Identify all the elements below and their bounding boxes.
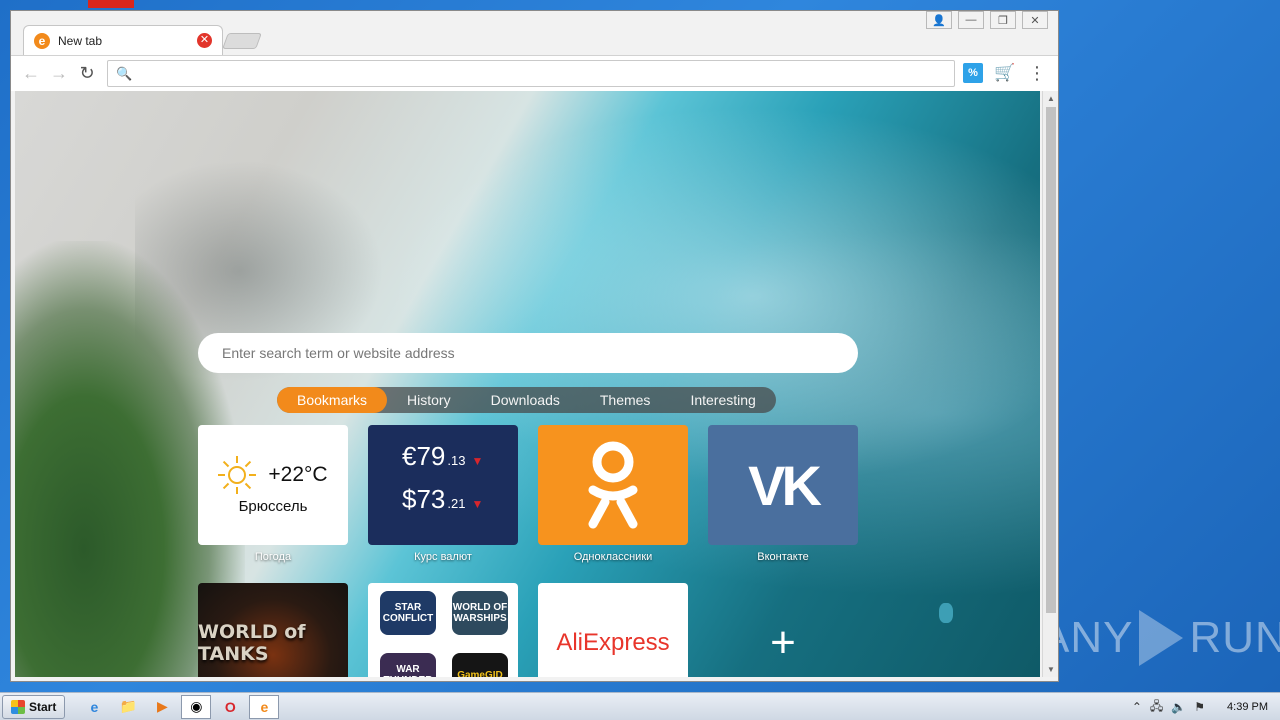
vkontakte-tile[interactable]: vk	[708, 425, 858, 545]
browser-logo-icon: e	[34, 32, 50, 49]
add-bookmark-button[interactable]: +	[708, 583, 858, 677]
start-button[interactable]: Start	[2, 694, 66, 719]
taskbar: Start e 📁 ▶ ◉ O e ⌃ 🖧 🔈 ⚑ 4:39 PM	[0, 692, 1280, 720]
sun-icon	[218, 455, 257, 494]
background-surfer	[939, 603, 953, 623]
weather-city: Брюссель	[238, 497, 308, 515]
tray-expand-icon[interactable]: ⌃	[1132, 700, 1142, 714]
weather-tile[interactable]: +22°C Брюссель	[198, 425, 348, 545]
window-controls: 👤 — ❐ ✕	[920, 11, 1048, 29]
title-bar: e New tab ✕ 👤 — ❐ ✕	[11, 11, 1058, 55]
tab-new-tab[interactable]: e New tab ✕	[23, 25, 223, 55]
usd-rate-fraction: .21	[447, 496, 466, 511]
odnoklassniki-caption: Одноклассники	[573, 551, 653, 563]
address-bar[interactable]: 🔍	[107, 60, 955, 87]
down-arrow-icon: ▼	[471, 497, 484, 511]
tab-downloads[interactable]: Downloads	[471, 387, 580, 413]
close-window-button[interactable]: ✕	[1022, 11, 1048, 29]
action-center-flag-icon[interactable]: ⚑	[1194, 700, 1205, 714]
newtab-search-input[interactable]	[222, 345, 858, 361]
chrome-icon[interactable]: ◉	[181, 694, 212, 719]
discount-extension-icon[interactable]: %	[963, 63, 983, 83]
tab-history[interactable]: History	[387, 387, 471, 413]
browser-window: e New tab ✕ 👤 — ❐ ✕ ← → ↻ 🔍 % 🛒 ⋮ B	[10, 10, 1059, 682]
search-icon: 🔍	[116, 65, 133, 81]
game-world-of-warships[interactable]: WORLD OF WARSHIPS	[452, 591, 508, 635]
new-tab-page: Bookmarks History Downloads Themes Inter…	[15, 91, 1040, 677]
weather-caption: Погода	[254, 551, 292, 563]
game-war-thunder[interactable]: WAR THUNDER	[380, 653, 436, 677]
down-arrow-icon: ▼	[471, 454, 484, 468]
currency-caption: Курс валют	[414, 551, 472, 563]
network-icon[interactable]: 🖧	[1150, 697, 1163, 718]
user-icon[interactable]: 👤	[926, 11, 952, 29]
system-tray: ⌃ 🖧 🔈 ⚑ 4:39 PM	[1120, 693, 1280, 720]
game-gamegid[interactable]: GameGID	[452, 653, 508, 677]
scroll-up-icon[interactable]: ▲	[1043, 94, 1059, 103]
new-tab-button[interactable]	[222, 33, 262, 49]
world-of-tanks-logo: WORLD of TANKS	[198, 621, 306, 665]
world-of-tanks-tile[interactable]: WORLD of TANKS	[198, 583, 348, 677]
scroll-thumb[interactable]	[1046, 107, 1056, 613]
opera-icon[interactable]: O	[215, 695, 245, 719]
currency-tile[interactable]: €79 .13 ▼ $73 .21 ▼	[368, 425, 518, 545]
volume-icon[interactable]: 🔈	[1171, 700, 1186, 714]
aliexpress-logo: AliExpress	[556, 629, 670, 656]
cart-icon[interactable]: 🛒	[994, 63, 1015, 83]
game-star-conflict[interactable]: STAR CONFLICT	[380, 591, 436, 635]
odnoklassniki-logo-icon	[588, 441, 638, 529]
back-arrow-icon[interactable]: ←	[17, 63, 45, 84]
tab-bookmarks[interactable]: Bookmarks	[277, 387, 388, 413]
clock[interactable]: 4:39 PM	[1227, 701, 1268, 713]
aliexpress-tile[interactable]: AliExpress	[538, 583, 688, 677]
internet-explorer-icon[interactable]: e	[79, 695, 109, 719]
eur-rate: €79	[402, 441, 446, 471]
desktop-top-red-strip	[88, 0, 134, 8]
scroll-down-icon[interactable]: ▼	[1043, 665, 1059, 674]
toolbar: ← → ↻ 🔍 % 🛒 ⋮	[11, 55, 1058, 91]
tab-title: New tab	[58, 33, 103, 48]
vk-logo-icon: vk	[748, 453, 822, 517]
odnoklassniki-tile[interactable]	[538, 425, 688, 545]
games-tile[interactable]: STAR CONFLICT WORLD OF WARSHIPS WAR THUN…	[368, 583, 518, 677]
forward-arrow-icon[interactable]: →	[45, 63, 73, 84]
newtab-search[interactable]	[198, 333, 858, 373]
menu-dots-icon[interactable]: ⋮	[1027, 63, 1047, 83]
page-scrollbar[interactable]: ▲ ▼	[1042, 91, 1058, 677]
minimize-button[interactable]: —	[958, 11, 984, 29]
tab-interesting[interactable]: Interesting	[670, 387, 775, 413]
address-input[interactable]	[140, 66, 954, 81]
anyrun-watermark: ANY RUN	[1040, 610, 1280, 666]
tab-close-icon[interactable]: ✕	[197, 33, 212, 48]
eur-rate-fraction: .13	[447, 453, 466, 468]
play-icon	[1139, 610, 1184, 666]
folder-icon[interactable]: 📁	[113, 695, 143, 719]
reload-icon[interactable]: ↻	[73, 63, 101, 84]
browser-taskbar-icon[interactable]: e	[249, 694, 280, 719]
newtab-nav: Bookmarks History Downloads Themes Inter…	[277, 387, 776, 413]
windows-logo-icon	[11, 699, 25, 714]
vkontakte-caption: Вконтакте	[757, 551, 809, 563]
tab-themes[interactable]: Themes	[580, 387, 671, 413]
usd-rate: $73	[402, 484, 446, 514]
maximize-button[interactable]: ❐	[990, 11, 1016, 29]
media-player-icon[interactable]: ▶	[147, 695, 177, 719]
start-label: Start	[29, 699, 57, 714]
weather-temp: +22°C	[268, 462, 328, 486]
